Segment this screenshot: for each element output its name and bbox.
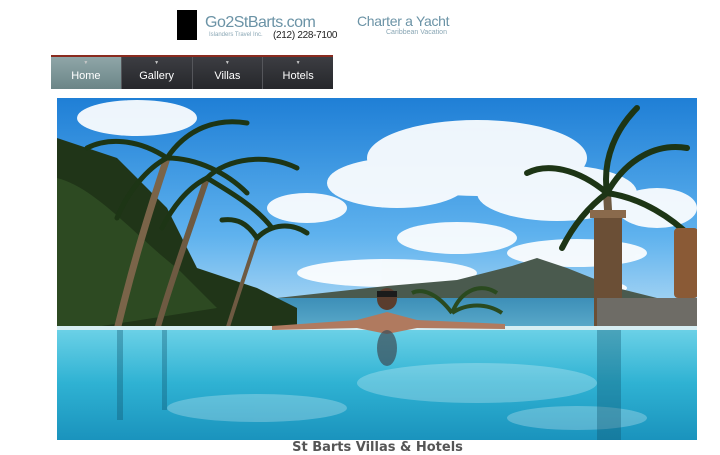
hero-image (57, 98, 697, 440)
nav-item-gallery[interactable]: ▼ Gallery (121, 57, 193, 89)
nav-label: Hotels (282, 70, 314, 82)
logo-subtitle: Islanders Travel Inc. (209, 32, 263, 38)
charter-yacht-link[interactable]: Charter a Yacht (357, 13, 450, 29)
chevron-down-icon: ▼ (83, 60, 89, 66)
pool-scene (57, 98, 697, 440)
logo-mark[interactable] (177, 10, 197, 40)
charter-subtitle: Caribbean Vacation (386, 29, 447, 36)
main-nav: ▼ Home ▼ Gallery ▼ Villas ▼ Hotels (51, 55, 333, 89)
nav-label: Gallery (139, 70, 175, 82)
nav-item-home[interactable]: ▼ Home (51, 57, 122, 89)
chevron-down-icon: ▼ (224, 60, 230, 66)
nav-item-hotels[interactable]: ▼ Hotels (263, 57, 333, 89)
nav-label: Villas (214, 70, 241, 82)
chevron-down-icon: ▼ (154, 60, 160, 66)
page-caption: St Barts Villas & Hotels (292, 440, 463, 455)
chevron-down-icon: ▼ (295, 60, 301, 66)
nav-label: Home (71, 70, 101, 82)
phone-number: (212) 228-7100 (273, 30, 338, 41)
nav-item-villas[interactable]: ▼ Villas (192, 57, 264, 89)
